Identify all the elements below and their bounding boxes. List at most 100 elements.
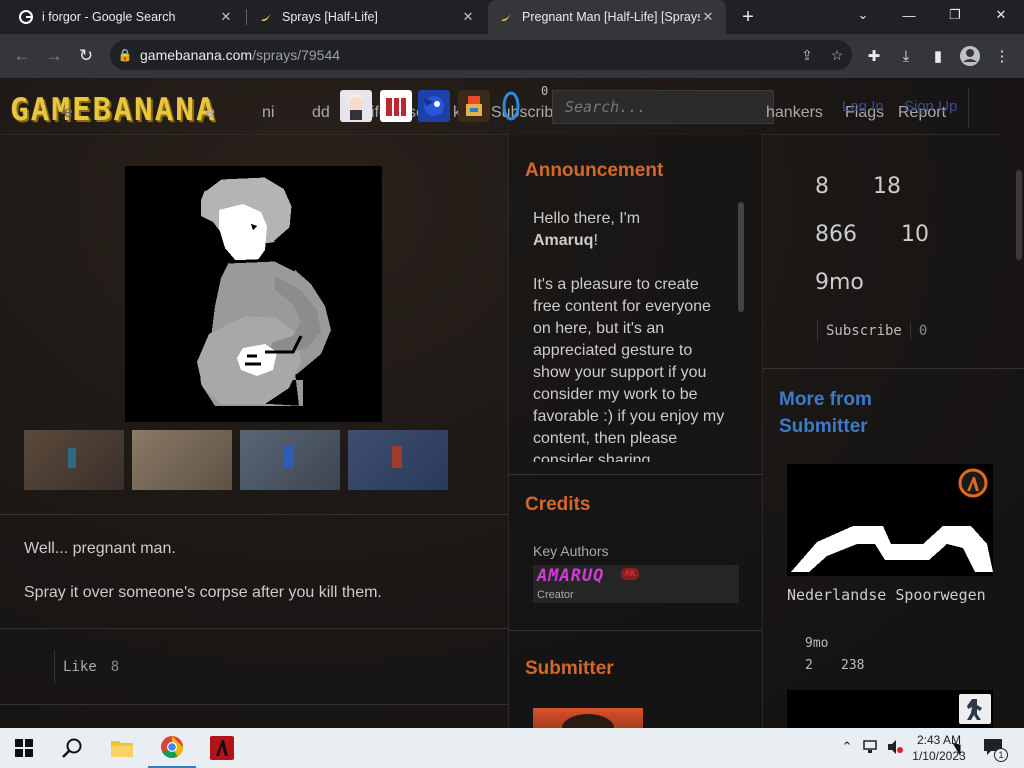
counter-strike-game-icon[interactable] [959,694,991,724]
restore-button[interactable]: ❐ [932,0,978,30]
tab-sprays[interactable]: Sprays [Half-Life] ✕ [248,0,486,34]
more-item-thumbnail[interactable] [787,690,993,728]
tab-title: Sprays [Half-Life] [282,10,378,24]
sidebar-scrollbar[interactable] [1016,170,1022,260]
lock-icon[interactable]: 🔒 [110,48,140,62]
chevron-up-icon[interactable]: ⌃ [838,738,856,756]
new-tab-button[interactable]: + [736,5,760,29]
anime-avatar-icon[interactable] [340,90,372,122]
like-button[interactable]: Like 8 [54,650,119,684]
search-icon[interactable] [48,728,96,768]
portal-icon[interactable] [498,90,524,122]
stat-value: 8 [815,174,829,199]
nav-link-rankers[interactable]: hankers [766,104,823,122]
half-life-game-icon[interactable] [957,468,989,498]
forward-button[interactable]: → [40,42,68,70]
close-icon[interactable]: ✕ [700,9,716,25]
more-item-thumbnail[interactable] [787,464,993,576]
credits-heading: Credits [525,494,591,515]
subscribe-label: Subscribe [826,323,902,339]
url-host: gamebanana.com [140,47,253,63]
windows-start-icon[interactable] [0,728,48,768]
header-divider [968,88,969,128]
info-column: Announcement Hello there, I'm Amaruq! It… [508,134,763,728]
download-icon[interactable]: ⤓ [894,44,918,68]
content-divider [0,514,508,515]
half-life-app-icon[interactable] [198,728,246,768]
browser-toolbar: ← → ↻ 🔒 gamebanana.com/sprays/79544 ⇪ ☆ … [0,34,1024,78]
author-name[interactable]: AMARUQ [537,566,604,586]
menu-kebab-icon[interactable]: ⋮ [990,44,1014,68]
login-link[interactable]: Log In [842,98,884,115]
tab-pregnant-man[interactable]: Pregnant Man [Half-Life] [Sprays] ✕ [488,0,726,34]
volume-muted-icon[interactable] [886,738,904,756]
author-card[interactable]: AMARUQ AK Creator [533,565,739,603]
like-count: 8 [110,659,120,675]
window-close-button[interactable]: ✕ [978,0,1024,30]
spray-preview-image[interactable] [125,166,382,422]
tab-search-chevron-icon[interactable]: ⌄ [840,0,886,30]
content-divider [0,704,508,705]
share-icon[interactable]: ⇪ [792,47,822,64]
extensions-puzzle-icon[interactable]: ✚ [862,44,886,68]
sonic-icon[interactable] [418,90,450,122]
more-item-name[interactable]: Nederlandse Spoorwegen [787,584,997,606]
screenshot-thumbnail[interactable] [24,430,124,490]
stats-column: 8 18 866 10 9mo Subscribe 0 More from Su… [762,134,1024,728]
main-content: Well... pregnant man. Spray it over some… [0,134,508,728]
submitter-avatar[interactable] [533,708,643,728]
chrome-icon[interactable] [148,728,196,768]
description-text: Spray it over someone's corpse after you… [24,584,382,601]
close-icon[interactable]: ✕ [460,9,476,25]
nav-fragment[interactable]: e [206,104,215,122]
site-header: GAMEBANANA e e ni dd Life se ke Subscrib… [0,78,1024,134]
nav-fragment[interactable]: e [64,104,73,122]
reload-button[interactable]: ↻ [72,42,100,70]
screenshot-thumbnail[interactable] [348,430,448,490]
gamebanana-logo[interactable]: GAMEBANANA [10,92,217,128]
bookmark-star-icon[interactable]: ☆ [822,47,852,64]
stat-age: 9mo [815,270,864,295]
description-text: Well... pregnant man. [24,540,176,557]
close-icon[interactable]: ✕ [218,9,234,25]
paint-can-icon[interactable] [380,90,412,122]
side-panel-icon[interactable]: ▮ [926,44,950,68]
banana-icon [498,9,514,25]
nav-fragment[interactable]: ni [262,104,274,122]
url-path: /sprays/79544 [252,47,341,63]
signup-link[interactable]: Sign Up [904,98,957,115]
back-button[interactable]: ← [8,42,36,70]
site-search-input[interactable] [552,90,774,124]
tab-google-search[interactable]: i forgor - Google Search ✕ [8,0,244,34]
search-input[interactable] [565,98,773,116]
more-item-views: 238 [841,658,865,673]
tab-title: i forgor - Google Search [42,10,176,24]
more-item-age: 9mo [805,636,829,651]
nav-fragment[interactable]: dd [312,104,330,122]
url-text[interactable]: gamebanana.com/sprays/79544 [140,47,792,63]
address-bar[interactable]: 🔒 gamebanana.com/sprays/79544 ⇪ ☆ [110,40,852,70]
stat-value: 10 [901,222,929,247]
subscribe-count: 0 [909,323,927,339]
file-explorer-icon[interactable] [98,728,146,768]
section-divider [509,474,763,475]
subscribe-button[interactable]: Subscribe 0 [817,320,927,342]
screenshot-thumbnail[interactable] [240,430,340,490]
section-divider [509,630,763,631]
announcement-punct: ! [593,232,598,249]
announcement-scrollbar[interactable] [738,202,744,312]
screenshot-thumbnail[interactable] [132,430,232,490]
minimize-button[interactable]: — [886,0,932,30]
network-icon[interactable] [862,738,880,756]
announcement-greeting: Hello there, I'm [533,210,641,227]
profile-avatar-icon[interactable] [958,44,982,68]
windows-taskbar: ⌃ 2:43 AM 1/10/2023 1 [0,728,1024,768]
like-label: Like [63,659,97,675]
game-character-icon[interactable] [458,90,490,122]
announcement-body[interactable]: Hello there, I'm Amaruq! It's a pleasure… [533,208,729,462]
webpage: GAMEBANANA e e ni dd Life se ke Subscrib… [0,78,1024,728]
more-from-submitter-heading: More from Submitter [779,389,872,437]
banana-icon [258,9,274,25]
more-item-likes: 2 [805,658,813,673]
stat-value: 866 [815,222,857,247]
